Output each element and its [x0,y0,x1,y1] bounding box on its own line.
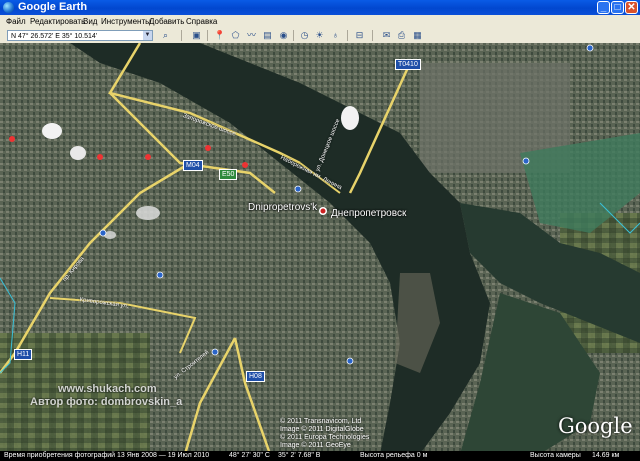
path-icon[interactable]: 〰 [246,30,257,41]
search-dropdown-button[interactable]: ▼ [143,31,152,40]
ruler-icon[interactable]: ⊟ [354,30,365,41]
window-title: Google Earth [18,1,88,13]
city-label-russian: Днепропетровск [331,208,407,219]
road-label-h08: H08 [246,371,265,382]
print-icon[interactable]: ⎙ [396,30,407,41]
menu-view[interactable]: Вид [83,15,97,28]
sidebar-toggle-icon[interactable]: ▣ [191,30,202,41]
search-input[interactable]: N 47° 26.572' E 35° 10.514' [7,30,153,41]
watermark-author: Автор фото: dombrovskin_a [30,396,183,408]
road-label-m04: M04 [183,160,203,171]
toolbar-separator [372,30,373,41]
placemark-icon[interactable]: 📍 [214,30,225,41]
google-earth-icon [3,2,14,13]
menu-edit[interactable]: Редактировать [30,15,85,28]
camera-altitude-value: 14.69 км [592,452,620,459]
road-label-t0410: T0410 [395,59,421,70]
toolbar-separator [347,30,348,41]
image-overlay-icon[interactable]: ▤ [262,30,273,41]
copyright-line: Image © 2011 GeoEye [280,442,351,449]
google-logo: Google [558,414,633,438]
menu-bar: Файл Редактировать Вид Инструменты Добав… [0,15,640,28]
sunlight-icon[interactable]: ☀ [314,30,325,41]
historical-imagery-icon[interactable]: ◷ [299,30,310,41]
imagery-dates: Время приобретения фотографий 13 Янв 200… [4,452,210,459]
tour-icon[interactable]: ◉ [278,30,289,41]
longitude-readout: 35° 2' 7.68" В [278,452,321,459]
status-bar: Время приобретения фотографий 13 Янв 200… [0,451,640,461]
copyright-line: Image © 2011 DigitalGlobe [280,426,364,433]
search-icon[interactable]: ⌕ [160,30,171,41]
camera-altitude-label: Высота камеры [530,452,581,459]
toolbar-separator [207,30,208,41]
city-label-english: Dnipropetrovs'k [248,202,318,213]
elevation-readout: Высота рельефа 0 м [360,452,428,459]
menu-file[interactable]: Файл [6,15,26,28]
copyright-line: © 2011 Transnavicom, Ltd [280,418,362,425]
title-bar: Google Earth _ □ ✕ [0,0,640,15]
toolbar-separator [181,30,182,41]
minimize-button[interactable]: _ [597,1,610,14]
menu-add[interactable]: Добавить [149,15,184,28]
maximize-button[interactable]: □ [611,1,624,14]
menu-tools[interactable]: Инструменты [101,15,151,28]
road-label-e50: E50 [219,169,238,180]
watermark-site: www.shukach.com [58,383,157,395]
close-button[interactable]: ✕ [625,1,638,14]
road-label-h11: H11 [14,349,33,360]
menu-help[interactable]: Справка [186,15,217,28]
imagery-copyright: © 2011 Transnavicom, Ltd Image © 2011 Di… [280,418,369,450]
email-icon[interactable]: ✉ [381,30,392,41]
toolbar-separator [293,30,294,41]
polygon-icon[interactable]: ⬠ [230,30,241,41]
maps-icon[interactable]: ▦ [412,30,423,41]
copyright-line: © 2011 Europa Technologies [280,434,370,441]
latitude-readout: 48° 27' 30" С [229,452,270,459]
planets-icon[interactable]: ♁ [330,30,341,41]
